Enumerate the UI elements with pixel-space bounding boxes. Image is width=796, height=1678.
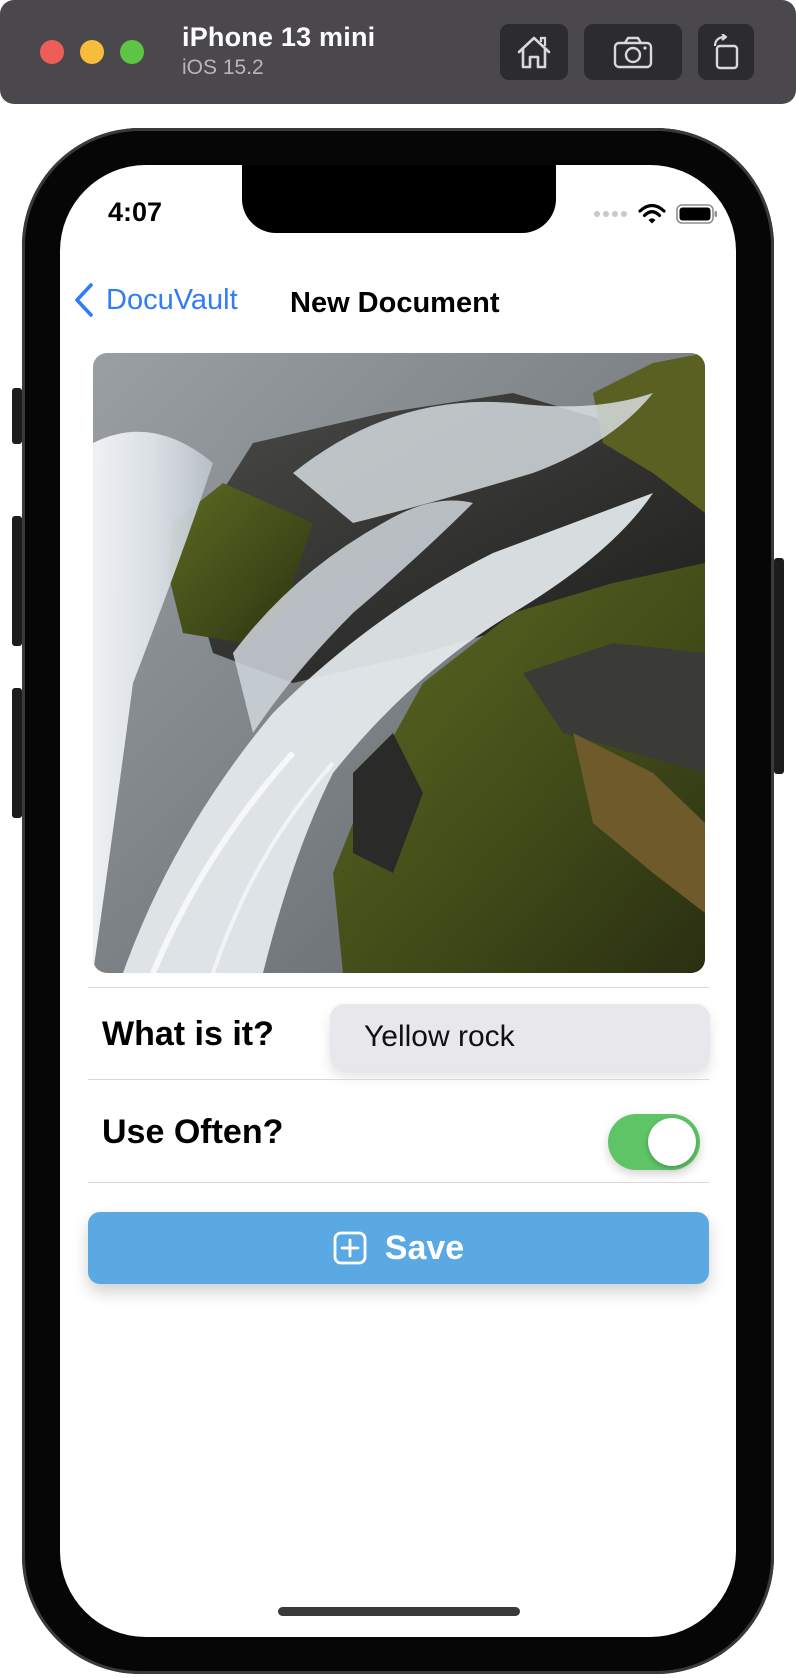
- minimize-window-button[interactable]: [80, 40, 104, 64]
- plus-square-icon: [333, 1231, 367, 1265]
- document-photo: [93, 353, 705, 973]
- app-screen: 4:07 DocuVault New Document What is it? …: [60, 165, 736, 1637]
- signal-dots-icon: [594, 211, 627, 217]
- divider: [88, 1182, 709, 1183]
- device-name: iPhone 13 mini: [182, 22, 376, 52]
- save-button-label: Save: [384, 1228, 465, 1267]
- home-button[interactable]: [500, 24, 568, 80]
- home-icon: [517, 36, 551, 69]
- page-title: New Document: [290, 287, 500, 319]
- volume-up-button[interactable]: [12, 516, 22, 646]
- status-icons: [594, 203, 718, 225]
- mute-switch[interactable]: [12, 388, 22, 444]
- simulator-title-bar: iPhone 13 mini iOS 15.2: [0, 0, 796, 104]
- use-often-label: Use Often?: [102, 1113, 284, 1151]
- save-button[interactable]: Save: [88, 1212, 709, 1284]
- what-is-it-label: What is it?: [102, 1015, 274, 1053]
- back-button[interactable]: DocuVault: [74, 283, 238, 317]
- volume-down-button[interactable]: [12, 688, 22, 818]
- divider: [88, 987, 709, 988]
- what-is-it-field[interactable]: Yellow rock: [330, 1004, 710, 1070]
- navigation-bar: DocuVault New Document: [60, 275, 736, 335]
- battery-icon: [676, 204, 717, 224]
- toggle-knob: [648, 1118, 696, 1166]
- rotate-icon: [713, 34, 739, 70]
- divider: [88, 1079, 709, 1080]
- os-version: iOS 15.2: [182, 56, 264, 79]
- screenshot-icon: [613, 36, 653, 69]
- status-time: 4:07: [108, 197, 163, 227]
- chevron-left-icon: [75, 283, 93, 317]
- back-button-label: DocuVault: [106, 283, 238, 316]
- rotate-button[interactable]: [698, 24, 754, 80]
- use-often-toggle[interactable]: [608, 1114, 700, 1170]
- zoom-window-button[interactable]: [120, 40, 144, 64]
- notch: [242, 165, 556, 233]
- close-window-button[interactable]: [40, 40, 64, 64]
- home-indicator[interactable]: [278, 1607, 520, 1616]
- screenshot-button[interactable]: [584, 24, 682, 80]
- wifi-icon: [638, 203, 666, 224]
- power-button[interactable]: [774, 558, 784, 774]
